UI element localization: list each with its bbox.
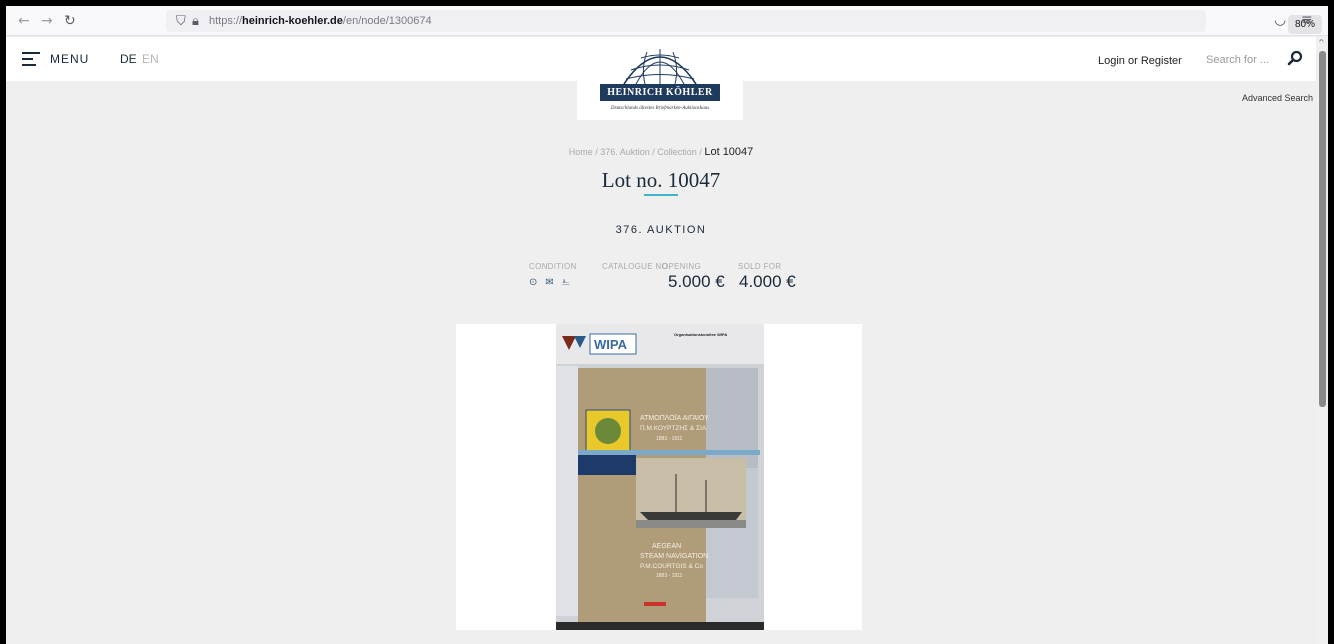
breadcrumb-home[interactable]: Home [569,147,593,157]
pocket-icon[interactable]: ◡ [1274,12,1286,28]
book-years-greek: 1883 - 1911 [656,436,683,442]
scroll-thumb[interactable] [1319,51,1326,407]
search-input[interactable] [1206,50,1282,70]
browser-toolbar: ← → ↻ ⛉ 🔒︎ https://heinrich-koehler.de/e… [6,6,1328,36]
literature-icon: ⎁ [561,277,570,288]
url-text[interactable]: https://heinrich-koehler.de/en/node/1300… [209,15,432,27]
shield-icon[interactable]: ⛉ [176,14,186,29]
url-prefix: https:// [209,15,243,27]
hamburger-menu-icon[interactable]: ≡ [1301,12,1313,28]
book-title-english-2: STEAM NAVIGATION [640,553,708,560]
page-title: Lot no. 10047 [601,168,721,192]
login-link[interactable]: Login [1098,55,1125,67]
reload-icon[interactable]: ↻ [64,13,76,29]
auction-name: 376. AUKTION [615,224,707,236]
browser-window: ← → ↻ ⛉ 🔒︎ https://heinrich-koehler.de/e… [6,6,1328,644]
address-bar[interactable]: ⛉ 🔒︎ https://heinrich-koehler.de/en/node… [166,10,1322,34]
catalogue-label: CATALOGUE NO. [602,262,671,271]
search-icon[interactable] [1287,50,1303,66]
sold-label: SOLD FOR [738,262,782,271]
page-scrollbar[interactable]: ^ [1316,37,1328,644]
sticker-logo: WIPA [594,337,628,352]
breadcrumb-auction[interactable]: 376. Auktion [600,147,650,157]
book-subtitle-english: P.M.COURTGIS & Co [640,563,703,570]
language-de[interactable]: DE [120,52,137,66]
forward-icon[interactable]: → [41,13,53,29]
book-title-english: AEGEAN [652,543,681,550]
opening-label: OPENING [662,262,701,271]
language-en[interactable]: EN [142,52,159,66]
lot-image-container[interactable]: WIPA Organisationskomitee WIPA ΑΤΜΟΠΛΟΪΑ… [456,324,862,630]
back-icon[interactable]: ← [18,13,30,29]
menu-button[interactable]: MENU [50,52,89,66]
book-years-english: 1883 - 1911 [656,573,683,579]
menu-icon[interactable] [22,52,40,66]
sticker-org: Organisationskomitee WIPA [674,332,727,337]
condition-label: CONDITION [529,262,577,271]
book-title-greek: ΑΤΜΟΠΛΟΪΑ ΑΙΓΑΙΟΥ [640,414,709,422]
site-logo[interactable]: HEINRICH KÖHLER Deutschlands ältestes Br… [577,38,743,120]
or-label: or [1127,55,1138,67]
login-register: Login or Register [1098,55,1182,67]
condition-icons: ⊙ ✉ ⎁ [529,277,578,288]
postmark-icon: ⊙ [529,277,538,288]
lock-icon[interactable]: 🔒︎ [192,14,199,29]
url-domain: heinrich-koehler.de [242,15,343,27]
globe-logo-icon [623,49,697,85]
advanced-search-link[interactable]: Advanced Search [1242,93,1313,103]
breadcrumb-collection[interactable]: Collection [657,147,697,157]
title-underline [644,194,678,196]
breadcrumb: Home / 376. Auktion / Collection / Lot 1… [6,146,1316,158]
logo-wordmark: HEINRICH KÖHLER [600,84,720,101]
scroll-up-icon[interactable]: ^ [1318,38,1325,47]
logo-tagline: Deutschlands ältestes Briefmarken-Auktio… [610,106,710,111]
cover-icon: ✉ [545,277,554,288]
book-subtitle-greek: Π.Μ.ΚΟΥΡΤΖΗΣ & ΣΙΑ [640,425,707,432]
lot-photo[interactable]: WIPA Organisationskomitee WIPA ΑΤΜΟΠΛΟΪΑ… [556,324,764,630]
url-path: /en/node/1300674 [342,15,432,27]
sold-price: 4.000 € [739,272,796,291]
opening-price: 5.000 € [668,272,725,291]
breadcrumb-current: Lot 10047 [704,146,754,158]
register-link[interactable]: Register [1141,55,1182,67]
